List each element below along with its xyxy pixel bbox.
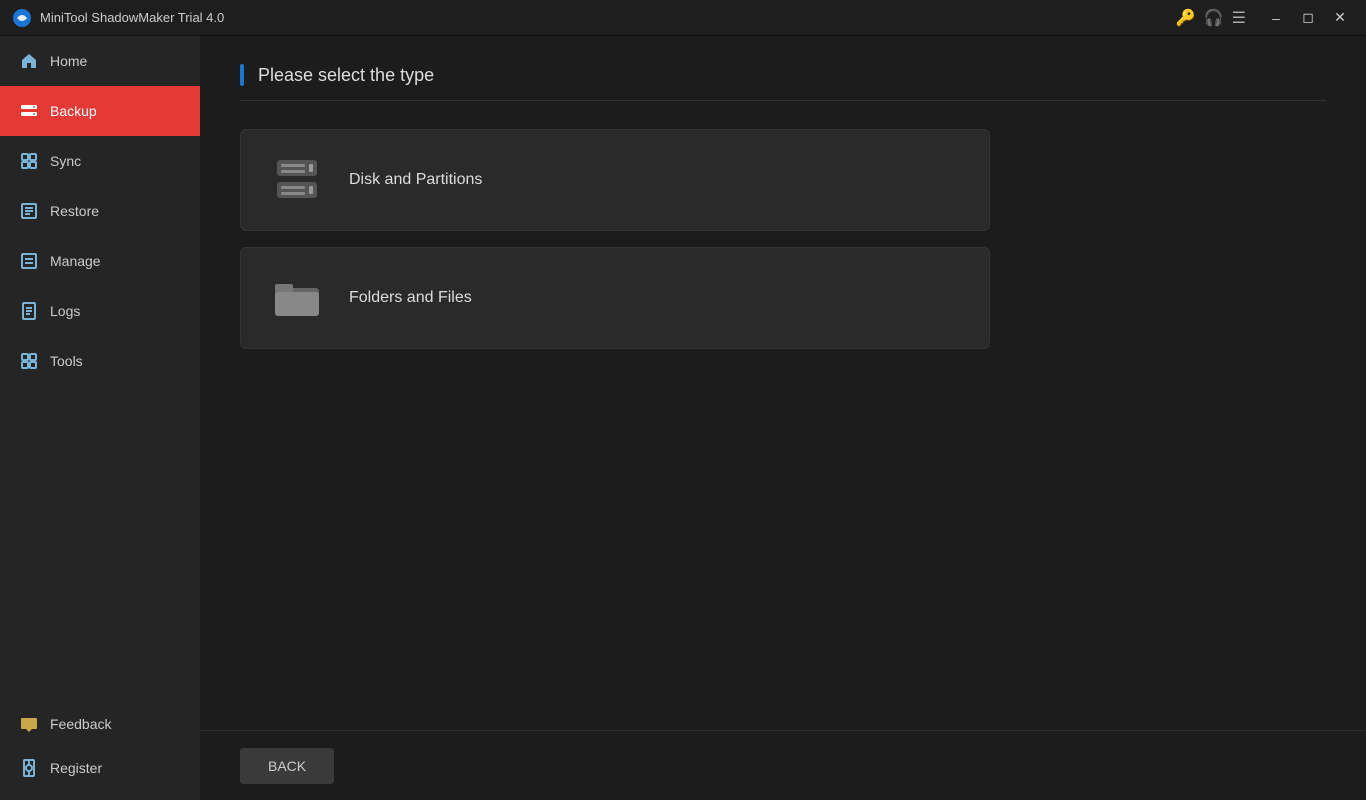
sidebar-item-backup[interactable]: Backup xyxy=(0,86,200,136)
sidebar-item-tools[interactable]: Tools xyxy=(0,336,200,386)
logs-icon xyxy=(20,302,38,320)
logs-label: Logs xyxy=(50,303,80,319)
folders-files-label: Folders and Files xyxy=(349,289,472,307)
backup-icon xyxy=(20,102,38,120)
key-icon[interactable]: 🔑 xyxy=(1176,8,1196,28)
disk-icon xyxy=(269,152,325,208)
sidebar-item-home[interactable]: Home xyxy=(0,36,200,86)
menu-icon[interactable]: ☰ xyxy=(1232,8,1246,28)
manage-icon xyxy=(20,252,38,270)
sidebar: Home Backup Sy xyxy=(0,36,200,800)
register-icon xyxy=(20,759,38,777)
close-button[interactable]: ✕ xyxy=(1326,4,1354,32)
title-accent xyxy=(240,64,244,86)
feedback-label: Feedback xyxy=(50,716,111,732)
sync-label: Sync xyxy=(50,153,81,169)
restore-button[interactable]: ◻ xyxy=(1294,4,1322,32)
content-area: Please select the type xyxy=(200,36,1366,800)
headset-icon[interactable]: 🎧 xyxy=(1204,8,1224,28)
sync-icon xyxy=(20,152,38,170)
sidebar-item-manage[interactable]: Manage xyxy=(0,236,200,286)
feedback-icon xyxy=(20,715,38,733)
app-logo xyxy=(12,8,32,28)
window-controls: – ◻ ✕ xyxy=(1262,4,1354,32)
home-icon xyxy=(20,52,38,70)
page-title: Please select the type xyxy=(258,65,434,86)
sidebar-item-sync[interactable]: Sync xyxy=(0,136,200,186)
restore-icon xyxy=(20,202,38,220)
content-inner: Please select the type xyxy=(200,36,1366,730)
page-title-bar: Please select the type xyxy=(240,64,1326,101)
titlebar-icons: 🔑 🎧 ☰ xyxy=(1176,8,1246,28)
disk-partitions-label: Disk and Partitions xyxy=(349,171,482,189)
sidebar-item-restore[interactable]: Restore xyxy=(0,186,200,236)
sidebar-item-logs[interactable]: Logs xyxy=(0,286,200,336)
backup-label: Backup xyxy=(50,103,97,119)
sidebar-item-feedback[interactable]: Feedback xyxy=(0,702,200,746)
disk-partitions-card[interactable]: Disk and Partitions xyxy=(240,129,990,231)
titlebar: MiniTool ShadowMaker Trial 4.0 🔑 🎧 ☰ – ◻… xyxy=(0,0,1366,36)
minimize-button[interactable]: – xyxy=(1262,4,1290,32)
folder-icon xyxy=(269,270,325,326)
footer: BACK xyxy=(200,730,1366,800)
tools-icon xyxy=(20,352,38,370)
manage-label: Manage xyxy=(50,253,101,269)
app-title: MiniTool ShadowMaker Trial 4.0 xyxy=(40,10,1176,25)
register-label: Register xyxy=(50,760,102,776)
sidebar-item-register[interactable]: Register xyxy=(0,746,200,790)
sidebar-bottom: Feedback Register xyxy=(0,702,200,800)
folders-files-card[interactable]: Folders and Files xyxy=(240,247,990,349)
restore-label: Restore xyxy=(50,203,99,219)
home-label: Home xyxy=(50,53,87,69)
back-button[interactable]: BACK xyxy=(240,748,334,784)
tools-label: Tools xyxy=(50,353,83,369)
main-layout: Home Backup Sy xyxy=(0,36,1366,800)
